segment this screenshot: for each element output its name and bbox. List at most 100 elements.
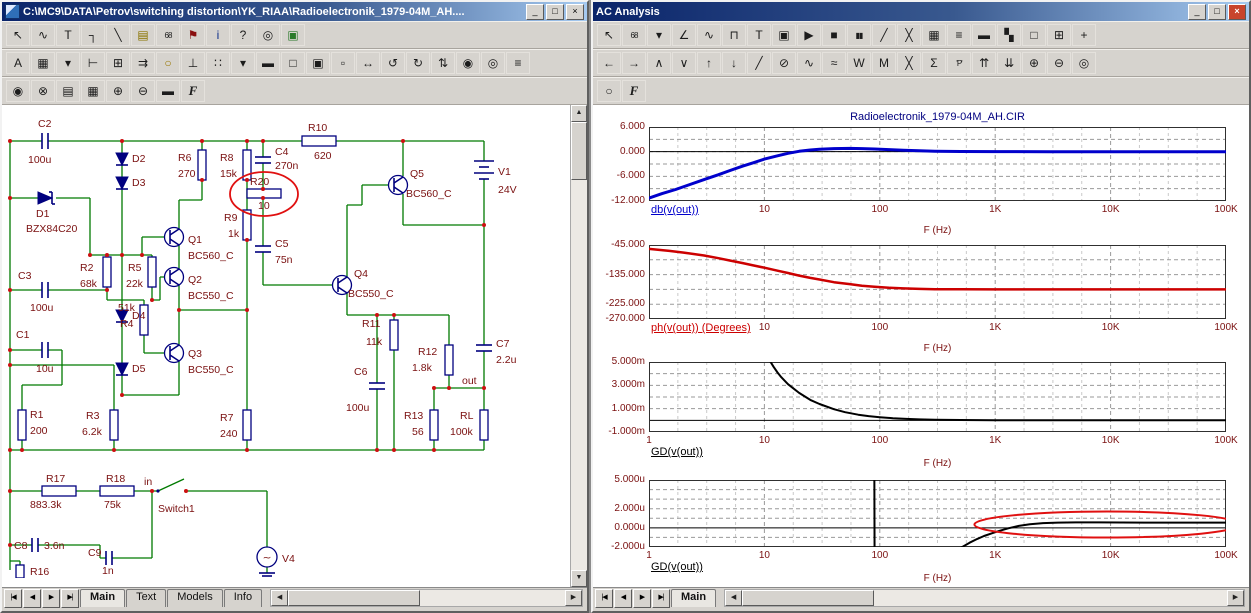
scroll-right-button[interactable]: ▶ [1227, 590, 1244, 606]
cursor-right-icon[interactable]: → [622, 52, 646, 74]
prev-tab-button[interactable]: ◀ [614, 589, 632, 608]
help-mode-icon[interactable]: ? [231, 24, 255, 46]
mode-dropdown-icon[interactable]: ▾ [56, 52, 80, 74]
close-button[interactable]: × [1228, 4, 1246, 20]
plot-ph[interactable] [649, 245, 1226, 319]
step-box-icon[interactable]: ⇉ [131, 52, 155, 74]
text-mode-icon[interactable]: T [56, 24, 80, 46]
arrows-up-icon[interactable]: ⇈ [972, 52, 996, 74]
magnifier-icon[interactable]: ◎ [1072, 52, 1096, 74]
minimize-button[interactable]: _ [1188, 4, 1206, 20]
border-toggle-icon[interactable]: ▬ [256, 52, 280, 74]
scroll-thumb[interactable] [742, 590, 874, 606]
close-button[interactable]: × [566, 4, 584, 20]
scale-mode-icon[interactable]: ∠ [672, 24, 696, 46]
arrows-down-icon[interactable]: ⇊ [997, 52, 1021, 74]
next-tab-button[interactable]: ▶ [633, 589, 651, 608]
scroll-down-button[interactable]: ▼ [571, 570, 587, 587]
high-icon[interactable]: ↑ [697, 52, 721, 74]
flip-vertical-icon[interactable]: ⇅ [431, 52, 455, 74]
fourier-icon[interactable]: Σ [922, 52, 946, 74]
wave-approx-icon[interactable]: ≈ [822, 52, 846, 74]
rotate-cw-icon[interactable]: ↻ [406, 52, 430, 74]
last-tab-button[interactable]: ▶| [61, 589, 79, 608]
font-button[interactable]: F [622, 80, 646, 102]
color-settings-icon[interactable]: ▣ [281, 24, 305, 46]
dot-grid-icon[interactable]: ∷ [206, 52, 230, 74]
scroll-right-button[interactable]: ▶ [565, 590, 582, 606]
rotate-ccw-icon[interactable]: ↺ [381, 52, 405, 74]
scroll-thumb[interactable] [288, 590, 420, 606]
trace-name-db[interactable]: db(v(out)) [651, 204, 699, 216]
find-next-icon[interactable]: ◎ [481, 52, 505, 74]
flag-mode-icon[interactable]: ⚑ [181, 24, 205, 46]
tab-text[interactable]: Text [126, 589, 166, 607]
ground-icon[interactable]: ⊥ [181, 52, 205, 74]
tab-info[interactable]: Info [224, 589, 262, 607]
cursor-left-icon[interactable]: ← [597, 52, 621, 74]
zoom-in-icon[interactable]: ⊕ [106, 80, 130, 102]
schematic-titlebar[interactable]: C:\MC9\DATA\Petrov\switching distortion\… [2, 2, 587, 21]
tag-line-icon[interactable]: ╱ [872, 24, 896, 46]
mode-dropdown-icon[interactable]: ▾ [647, 24, 671, 46]
tab-main[interactable]: Main [80, 589, 125, 607]
scroll-left-button[interactable]: ◀ [271, 590, 288, 606]
trace-name-ph[interactable]: ph(v(out)) (Degrees) [651, 322, 751, 334]
first-tab-button[interactable]: |◀ [595, 589, 613, 608]
plot-gd1[interactable] [649, 362, 1226, 432]
wave-w-icon[interactable]: W [847, 52, 871, 74]
stop-button[interactable]: ■ [822, 24, 846, 46]
find-component-icon[interactable]: ◎ [256, 24, 280, 46]
wire-mode-icon[interactable]: ┐ [81, 24, 105, 46]
slope-icon[interactable]: ╱ [747, 52, 771, 74]
zoom-in-icon[interactable]: ⊕ [1022, 52, 1046, 74]
zoom-out-icon[interactable]: ⊖ [1047, 52, 1071, 74]
plots-area[interactable]: Radioelectronik_1979-04M_AH.CIR6.0000.00… [593, 105, 1249, 587]
tab-main[interactable]: Main [671, 589, 716, 607]
tag-cross-icon[interactable]: ╳ [897, 24, 921, 46]
zoom-out-icon[interactable]: ⊖ [131, 80, 155, 102]
data-points-icon[interactable]: ▦ [922, 24, 946, 46]
wave-m-icon[interactable]: M [872, 52, 896, 74]
brightness-icon[interactable]: ○ [156, 52, 180, 74]
diagonal-wire-icon[interactable]: ╲ [106, 24, 130, 46]
trace-name-gd1[interactable]: GD(v(out)) [651, 446, 703, 458]
grid-toggle-icon[interactable]: ⊞ [106, 52, 130, 74]
limits-icon[interactable]: ⊓ [722, 24, 746, 46]
low-icon[interactable]: ↓ [722, 52, 746, 74]
horizontal-scrollbar[interactable]: ◀ ▶ [724, 589, 1245, 607]
minimize-button[interactable]: _ [526, 4, 544, 20]
horizontal-scrollbar[interactable]: ◀ ▶ [270, 589, 583, 607]
pause-button[interactable]: ▮▮ [847, 24, 871, 46]
last-tab-button[interactable]: ▶| [652, 589, 670, 608]
scroll-up-button[interactable]: ▲ [571, 105, 587, 122]
find-icon[interactable]: ◉ [456, 52, 480, 74]
wave-sine-icon[interactable]: ∿ [797, 52, 821, 74]
text-mode-icon[interactable]: T [747, 24, 771, 46]
font-button[interactable]: F [181, 80, 205, 102]
digital-path-icon[interactable]: 68 [156, 24, 180, 46]
plot-gd2[interactable] [649, 480, 1226, 547]
cursor-add-icon[interactable]: + [1072, 24, 1096, 46]
pin-connections-icon[interactable]: ⊢ [81, 52, 105, 74]
grid-text-icon[interactable]: ≡ [947, 24, 971, 46]
panel-layout-icon[interactable]: ▚ [997, 24, 1021, 46]
part-browser-icon[interactable]: ▦ [31, 52, 55, 74]
stretch-icon[interactable]: ↔ [356, 52, 380, 74]
maximize-button[interactable]: □ [1208, 4, 1226, 20]
page-layout-icon[interactable]: ▦ [81, 80, 105, 102]
properties-icon[interactable]: ▣ [772, 24, 796, 46]
attributes-icon[interactable]: A [6, 52, 30, 74]
cross-hair-icon[interactable]: ╳ [897, 52, 921, 74]
select-mode-icon[interactable]: ↖ [6, 24, 30, 46]
select-mode-icon[interactable]: ↖ [597, 24, 621, 46]
scroll-thumb[interactable] [571, 122, 587, 180]
maximize-button[interactable]: □ [546, 4, 564, 20]
schematic-canvas[interactable]: ∼C2100uD1BZX84C20C3100uC110uR1200R268kR3… [2, 105, 587, 587]
analysis-titlebar[interactable]: AC Analysis _ □ × [593, 2, 1249, 21]
select-box-icon[interactable]: ▫ [331, 52, 355, 74]
circle-close-icon[interactable]: ⊗ [31, 80, 55, 102]
zero-crossing-icon[interactable]: ⊘ [772, 52, 796, 74]
plot-canvas[interactable]: Radioelectronik_1979-04M_AH.CIR6.0000.00… [593, 105, 1249, 587]
cursor-wave-icon[interactable]: ∿ [697, 24, 721, 46]
